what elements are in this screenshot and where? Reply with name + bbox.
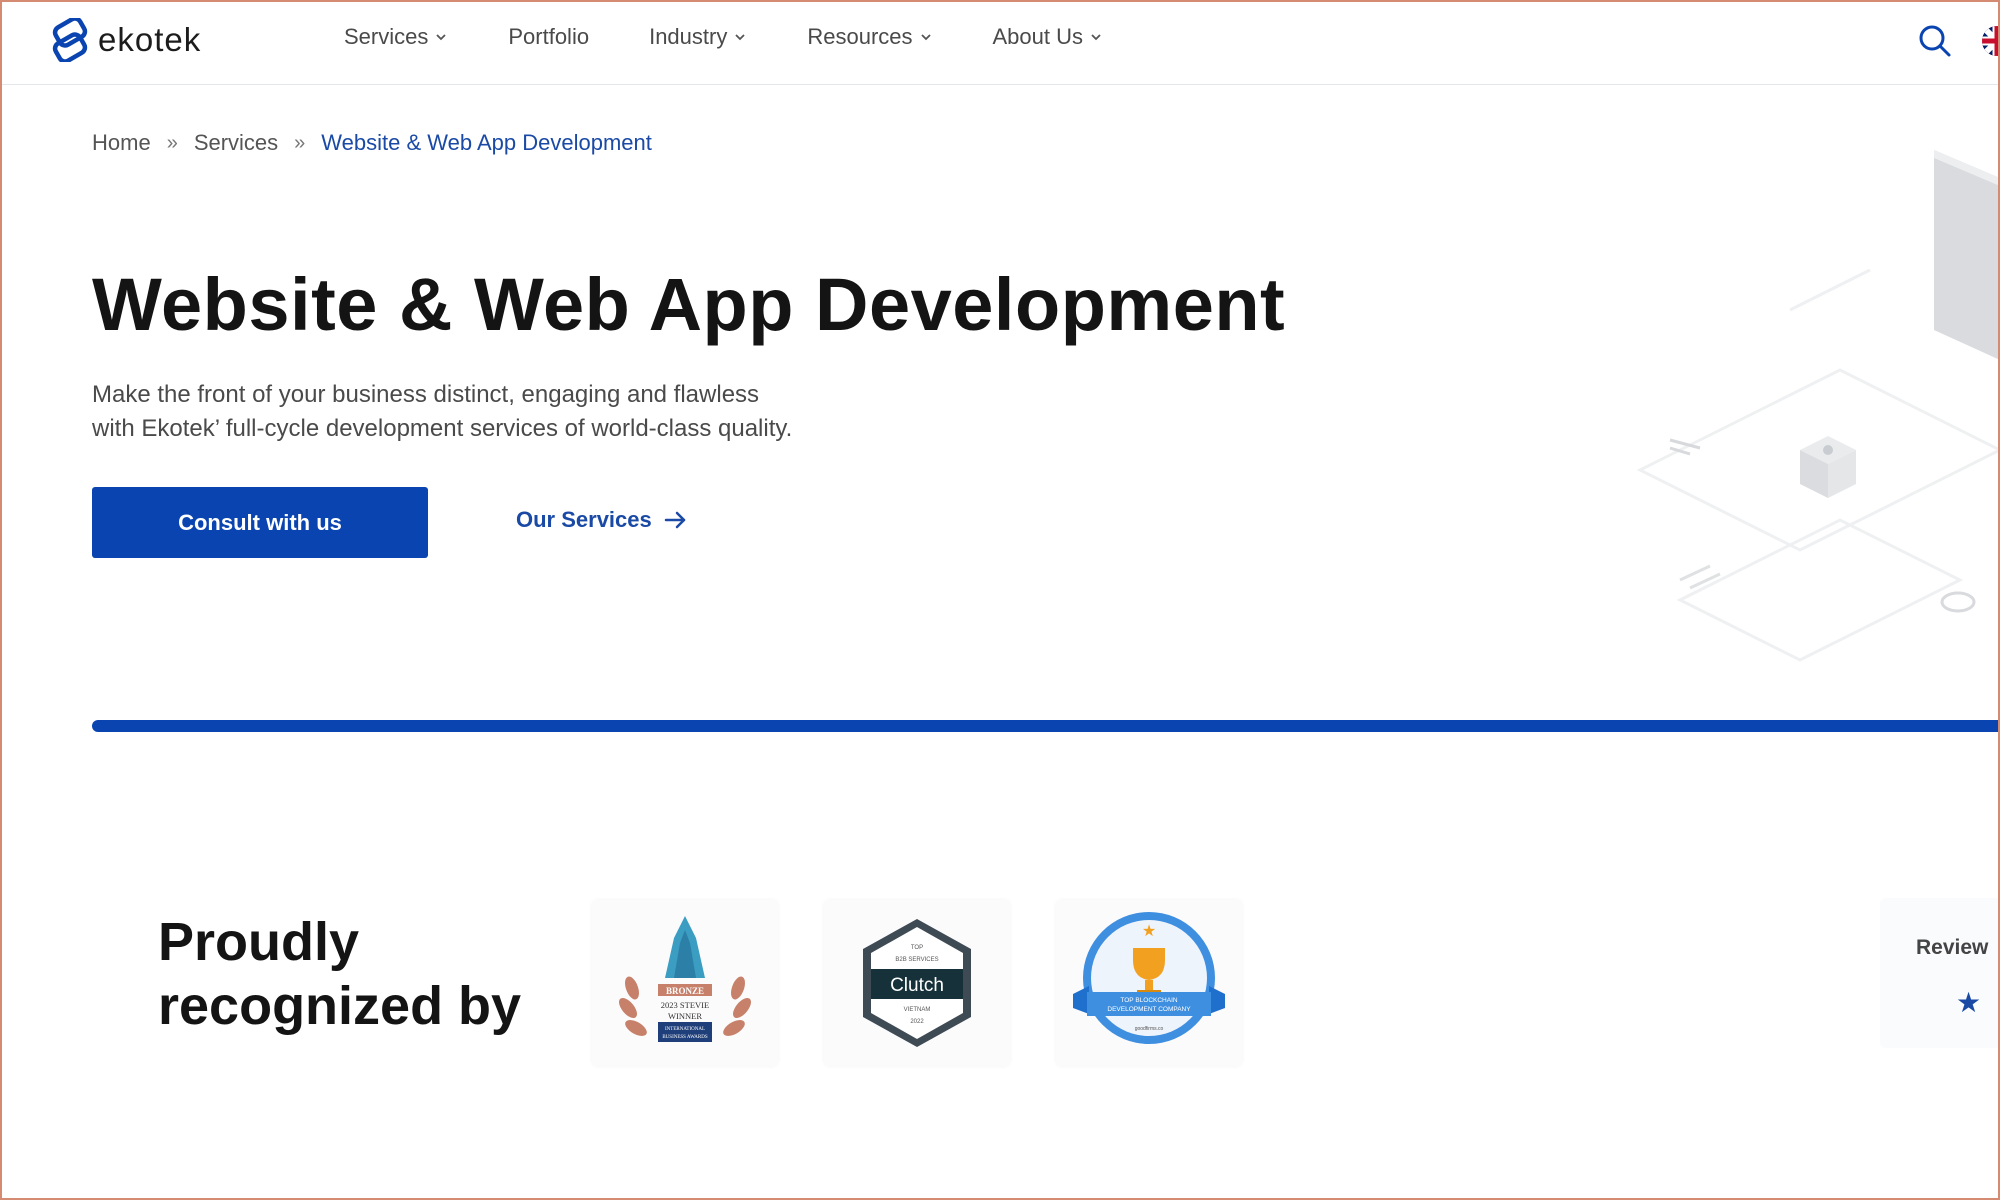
- logo-text: ekotek: [98, 21, 202, 58]
- stevie-award-badge: BRONZE 2023 STEVIE WINNER INTERNATIONAL …: [619, 916, 751, 1042]
- nav-resources[interactable]: Resources: [807, 24, 932, 50]
- nav-industry[interactable]: Industry: [649, 24, 747, 50]
- stevie-badge-text: BUSINESS AWARDS: [662, 1035, 708, 1040]
- recognition-title-line: Proudly: [158, 912, 360, 972]
- page-title: Website & Web App Development: [92, 263, 1286, 346]
- breadcrumb-services[interactable]: Services: [194, 130, 278, 156]
- breadcrumb-separator: »: [166, 131, 178, 154]
- breadcrumb: Home » Services » Website & Web App Deve…: [92, 130, 652, 156]
- stevie-badge-text: WINNER: [668, 1011, 702, 1021]
- chevron-down-icon: [735, 34, 745, 41]
- stevie-badge-text: INTERNATIONAL: [665, 1027, 705, 1032]
- recognition-title-line: recognized by: [158, 976, 522, 1036]
- stevie-badge-text: 2023 STEVIE: [661, 1000, 709, 1010]
- stevie-badge-text: BRONZE: [666, 986, 704, 996]
- chevron-down-icon: [920, 34, 931, 41]
- goodfirms-badge-text: DEVELOPMENT COMPANY: [1107, 1006, 1191, 1013]
- recognition-title: Proudly recognized by: [158, 910, 521, 1038]
- goodfirms-badge-text: goodfirms.co: [1135, 1026, 1164, 1032]
- clutch-badge: TOP B2B SERVICES Clutch VIETNAM 2022: [863, 919, 971, 1047]
- our-services-label: Our Services: [516, 507, 652, 532]
- logo[interactable]: ekotek: [48, 18, 201, 62]
- clutch-badge-text: B2B SERVICES: [895, 957, 938, 963]
- nav-portfolio-label: Portfolio: [508, 24, 590, 49]
- star-icon: ★: [1956, 987, 1982, 1018]
- nav-industry-label: Industry: [649, 24, 728, 49]
- star-icon: ★: [1142, 923, 1156, 940]
- badge-card-clutch[interactable]: TOP B2B SERVICES Clutch VIETNAM 2022: [824, 900, 1010, 1066]
- main-nav: Services Portfolio Industry Resources Ab…: [344, 24, 1103, 50]
- chevron-down-icon: [1091, 34, 1101, 41]
- search-icon[interactable]: [1918, 24, 1952, 58]
- ekotek-logo-icon: [52, 18, 88, 62]
- goodfirms-badge: ★ TOP BLOCKCHAIN DEVELOPMENT COMPANY goo…: [1073, 912, 1225, 1044]
- clutch-badge-text: 2022: [910, 1019, 924, 1025]
- uk-flag-icon[interactable]: [1982, 26, 2000, 56]
- review-label: Review: [1916, 936, 1989, 959]
- hero-description: Make the front of your business distinct…: [92, 378, 992, 446]
- clutch-badge-text: Clutch: [890, 975, 944, 996]
- goodfirms-badge-text: TOP BLOCKCHAIN: [1120, 997, 1177, 1004]
- badge-card-stevie[interactable]: BRONZE 2023 STEVIE WINNER INTERNATIONAL …: [592, 900, 778, 1066]
- nav-services[interactable]: Services: [344, 24, 448, 50]
- consult-button[interactable]: Consult with us: [92, 487, 428, 558]
- nav-resources-label: Resources: [807, 24, 913, 49]
- clutch-badge-text: TOP: [911, 945, 923, 951]
- site-header: ekotek Services Portfolio Industry Resou…: [2, 2, 2000, 85]
- nav-about-us-label: About Us: [992, 24, 1084, 49]
- hero-divider-bar: [92, 720, 2000, 732]
- review-card[interactable]: Review ★: [1880, 898, 2000, 1048]
- our-services-link[interactable]: Our Services: [516, 507, 688, 533]
- nav-services-label: Services: [344, 24, 429, 49]
- nav-portfolio[interactable]: Portfolio: [508, 24, 589, 50]
- arrow-right-icon: [664, 511, 685, 529]
- chevron-down-icon: [436, 34, 446, 41]
- breadcrumb-current: Website & Web App Development: [321, 130, 652, 155]
- badge-card-goodfirms[interactable]: ★ TOP BLOCKCHAIN DEVELOPMENT COMPANY goo…: [1056, 900, 1242, 1066]
- isometric-illustration: [1636, 150, 2000, 662]
- hero-description-line: with Ekotek’ full-cycle development serv…: [92, 415, 793, 442]
- nav-about-us[interactable]: About Us: [993, 24, 1104, 50]
- clutch-badge-text: VIETNAM: [904, 1007, 931, 1013]
- breadcrumb-home[interactable]: Home: [92, 130, 151, 156]
- breadcrumb-separator: »: [294, 131, 306, 154]
- hero-description-line: Make the front of your business distinct…: [92, 381, 760, 408]
